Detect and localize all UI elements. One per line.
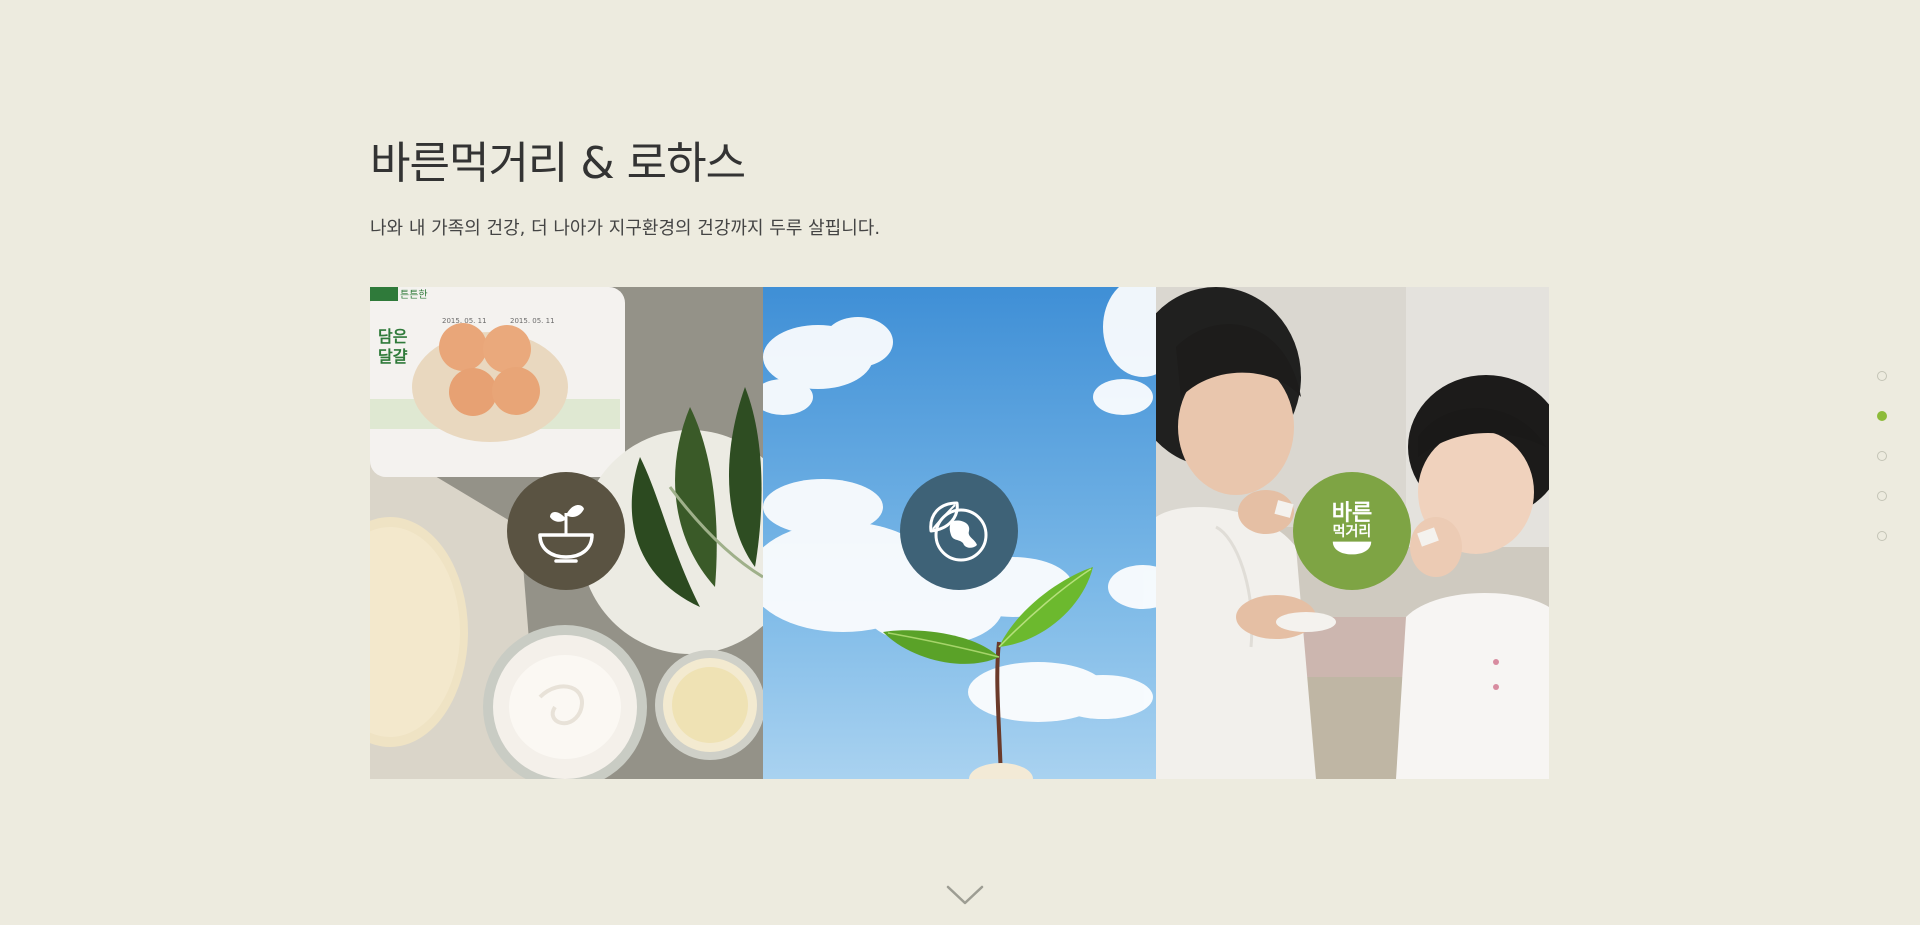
dot-nav-item-3[interactable] [1877,451,1887,461]
svg-text:달걀: 달걀 [378,347,408,366]
food-badge [507,472,625,590]
chevron-down-icon [946,885,984,905]
section-dot-nav [1877,371,1887,541]
bareun-meokgeori-logo: 바른 먹거리 [1327,502,1377,560]
panel-family-health[interactable]: 바른 먹거리 [1156,287,1549,779]
svg-text:2015. 05. 11: 2015. 05. 11 [510,317,555,325]
svg-text:튼튼한: 튼튼한 [400,289,428,301]
dot-nav-item-1[interactable] [1877,371,1887,381]
section-description: 나와 내 가족의 건강, 더 나아가 지구환경의 건강까지 두루 살핍니다. [370,218,881,239]
dot-nav-item-2[interactable] [1877,411,1887,421]
section-title: 바른먹거리 & 로하스 [370,138,746,189]
badge-text-line1: 바른 [1331,501,1373,527]
leaf-globe-icon [929,501,988,562]
panel-healthy-food[interactable]: 튼튼한 담은 달걀 2015. 05. 11 2015. 05. 11 [370,287,763,779]
environment-badge [900,472,1018,590]
scroll-down-button[interactable] [945,884,985,906]
sprout-bowl-icon [538,505,594,563]
badge-text-line2: 먹거리 [1332,524,1372,541]
bareun-meokgeori-badge: 바른 먹거리 [1293,472,1411,590]
bowl-icon [1332,541,1372,555]
svg-text:담은: 담은 [378,327,408,346]
page: 바른먹거리 & 로하스 나와 내 가족의 건강, 더 나아가 지구환경의 건강까… [0,0,1920,925]
dot-nav-item-5[interactable] [1877,531,1887,541]
svg-text:2015. 05. 11: 2015. 05. 11 [442,317,487,325]
feature-panels: 튼튼한 담은 달걀 2015. 05. 11 2015. 05. 11 바른 먹… [370,287,1549,779]
panel-lohas-environment[interactable] [763,287,1156,779]
dot-nav-item-4[interactable] [1877,491,1887,501]
